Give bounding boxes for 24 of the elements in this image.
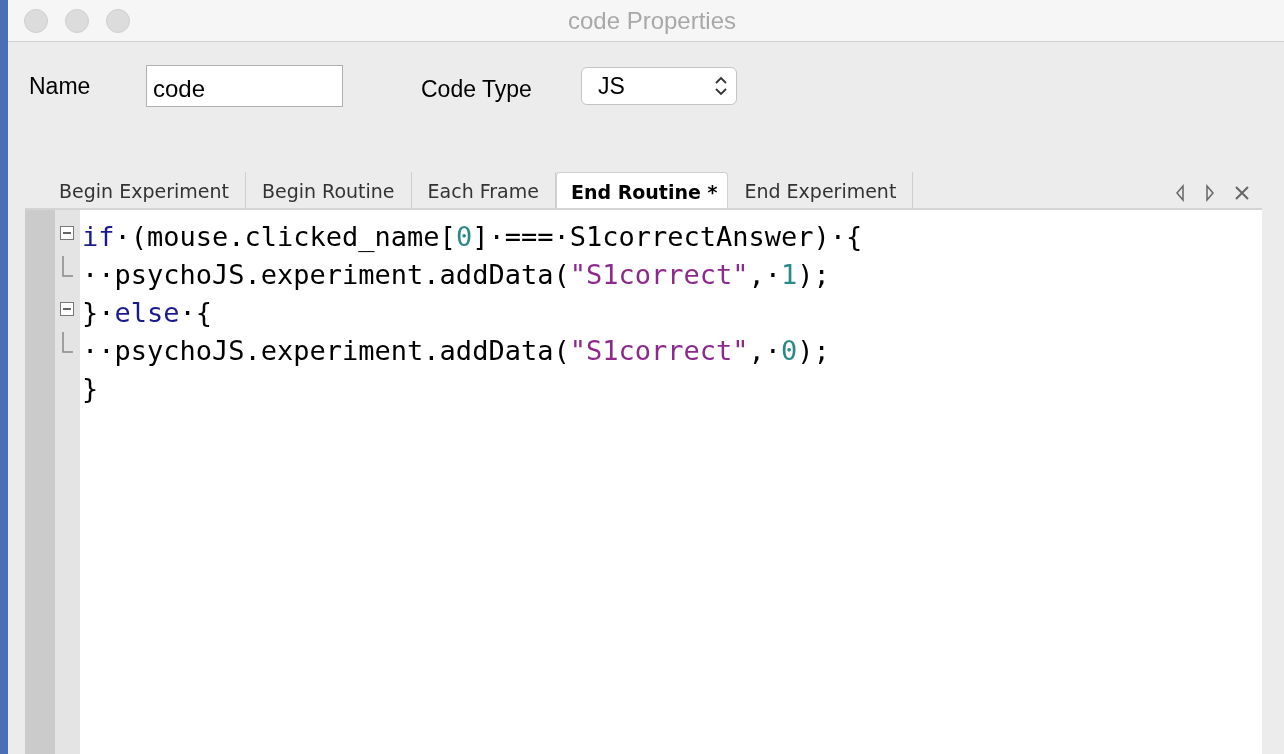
left-triangle-icon[interactable] <box>1174 184 1186 202</box>
code-type-label: Code Type <box>420 74 533 103</box>
up-down-chevron-icon <box>714 75 728 97</box>
collapse-icon[interactable] <box>60 302 74 316</box>
right-triangle-icon[interactable] <box>1204 184 1216 202</box>
code-line: ··psychoJS.experiment.addData("S1correct",·0); <box>82 334 831 368</box>
fold-end-icon <box>60 256 74 280</box>
close-icon[interactable] <box>1234 185 1250 201</box>
editor-tab[interactable]: Begin Experiment <box>43 172 246 208</box>
fold-end-icon <box>60 332 74 356</box>
code-editor[interactable]: if·(mouse.clicked_name[0]·===·S1correctAnswer)·{ ··psychoJS.experiment.addData("S1correct",·1); }·else·{ ··psychoJS.experiment.addData("S1correct",·0); } <box>25 210 1262 754</box>
code-type-select[interactable]: JS <box>581 67 737 105</box>
editor-tab[interactable]: End Experiment <box>728 172 914 208</box>
editor-tab[interactable]: Each Frame <box>411 172 556 208</box>
code-line: ··psychoJS.experiment.addData("S1correct",·1); <box>82 258 831 292</box>
name-field[interactable]: code <box>146 65 343 107</box>
code-line: } <box>82 372 100 406</box>
code-line: if·(mouse.clicked_name[0]·===·S1correctAnswer)·{ <box>82 220 863 254</box>
name-label: Name <box>28 72 92 100</box>
window-title: code Properties <box>566 6 738 35</box>
collapse-icon[interactable] <box>60 226 74 240</box>
editor-tab[interactable]: Begin Routine <box>245 172 412 208</box>
code-line: }·else·{ <box>82 296 214 330</box>
editor-tab[interactable]: End Routine * <box>555 172 729 208</box>
